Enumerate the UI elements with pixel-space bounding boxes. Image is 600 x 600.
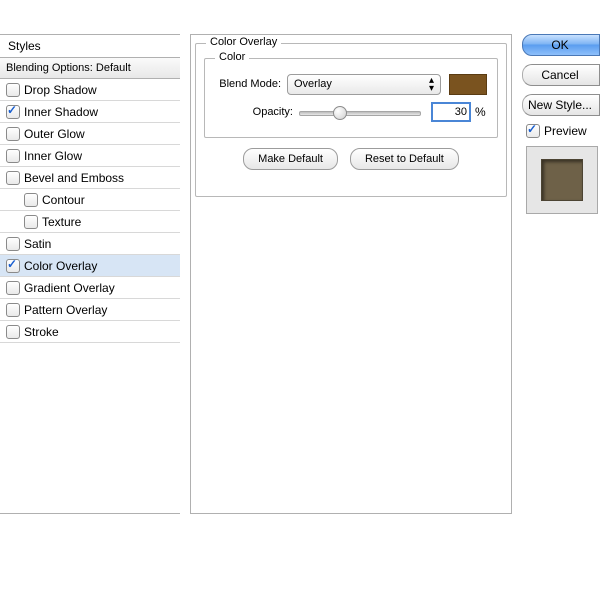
styles-heading: Styles	[0, 35, 180, 58]
new-style-button[interactable]: New Style...	[522, 94, 600, 116]
style-item-label: Inner Shadow	[24, 105, 98, 119]
ok-button[interactable]: OK	[522, 34, 600, 56]
style-item-label: Bevel and Emboss	[24, 171, 124, 185]
style-checkbox[interactable]	[24, 193, 38, 207]
blend-mode-select[interactable]: Overlay ▴▾	[287, 74, 441, 95]
color-overlay-panel: Color Overlay Color Blend Mode: Overlay …	[190, 34, 512, 514]
style-item-label: Texture	[42, 215, 81, 229]
style-item-gradient-overlay[interactable]: Gradient Overlay	[0, 277, 180, 299]
opacity-label: Opacity:	[215, 106, 299, 118]
preview-label: Preview	[544, 124, 587, 138]
style-item-label: Pattern Overlay	[24, 303, 107, 317]
blending-options-row[interactable]: Blending Options: Default	[0, 58, 180, 79]
style-item-inner-shadow[interactable]: Inner Shadow	[0, 101, 180, 123]
cancel-button[interactable]: Cancel	[522, 64, 600, 86]
dialog-buttons: OK Cancel New Style... Preview	[522, 34, 600, 214]
style-item-pattern-overlay[interactable]: Pattern Overlay	[0, 299, 180, 321]
preview-inner	[541, 159, 583, 201]
style-item-label: Color Overlay	[24, 259, 97, 273]
blend-mode-value: Overlay	[294, 78, 332, 90]
overlay-color-swatch[interactable]	[449, 74, 487, 95]
style-checkbox[interactable]	[6, 171, 20, 185]
opacity-slider[interactable]	[299, 105, 421, 119]
opacity-suffix: %	[475, 105, 486, 119]
style-checkbox[interactable]	[6, 149, 20, 163]
style-item-label: Outer Glow	[24, 127, 85, 141]
style-item-label: Drop Shadow	[24, 83, 97, 97]
style-item-stroke[interactable]: Stroke	[0, 321, 180, 343]
style-item-label: Inner Glow	[24, 149, 82, 163]
style-item-drop-shadow[interactable]: Drop Shadow	[0, 79, 180, 101]
style-item-label: Stroke	[24, 325, 59, 339]
opacity-input[interactable]: 30	[431, 102, 471, 122]
style-checkbox[interactable]	[6, 83, 20, 97]
chevron-updown-icon: ▴▾	[429, 77, 434, 93]
style-item-outer-glow[interactable]: Outer Glow	[0, 123, 180, 145]
style-checkbox[interactable]	[6, 325, 20, 339]
style-checkbox[interactable]	[6, 259, 20, 273]
style-checkbox[interactable]	[6, 303, 20, 317]
style-checkbox[interactable]	[6, 127, 20, 141]
style-item-inner-glow[interactable]: Inner Glow	[0, 145, 180, 167]
group-title-color: Color	[215, 51, 249, 63]
blend-mode-label: Blend Mode:	[215, 78, 287, 90]
opacity-slider-knob[interactable]	[333, 106, 347, 120]
preview-checkbox[interactable]	[526, 124, 540, 138]
group-title-color-overlay: Color Overlay	[206, 36, 281, 48]
preview-thumbnail	[526, 146, 598, 214]
style-checkbox[interactable]	[24, 215, 38, 229]
style-item-label: Gradient Overlay	[24, 281, 115, 295]
style-checkbox[interactable]	[6, 281, 20, 295]
reset-default-button[interactable]: Reset to Default	[350, 148, 459, 170]
style-item-contour[interactable]: Contour	[0, 189, 180, 211]
styles-sidebar: Styles Blending Options: Default Drop Sh…	[0, 34, 180, 514]
style-checkbox[interactable]	[6, 105, 20, 119]
style-item-label: Contour	[42, 193, 85, 207]
style-item-bevel-and-emboss[interactable]: Bevel and Emboss	[0, 167, 180, 189]
make-default-button[interactable]: Make Default	[243, 148, 338, 170]
style-item-texture[interactable]: Texture	[0, 211, 180, 233]
style-item-color-overlay[interactable]: Color Overlay	[0, 255, 180, 277]
style-item-label: Satin	[24, 237, 51, 251]
style-item-satin[interactable]: Satin	[0, 233, 180, 255]
style-checkbox[interactable]	[6, 237, 20, 251]
